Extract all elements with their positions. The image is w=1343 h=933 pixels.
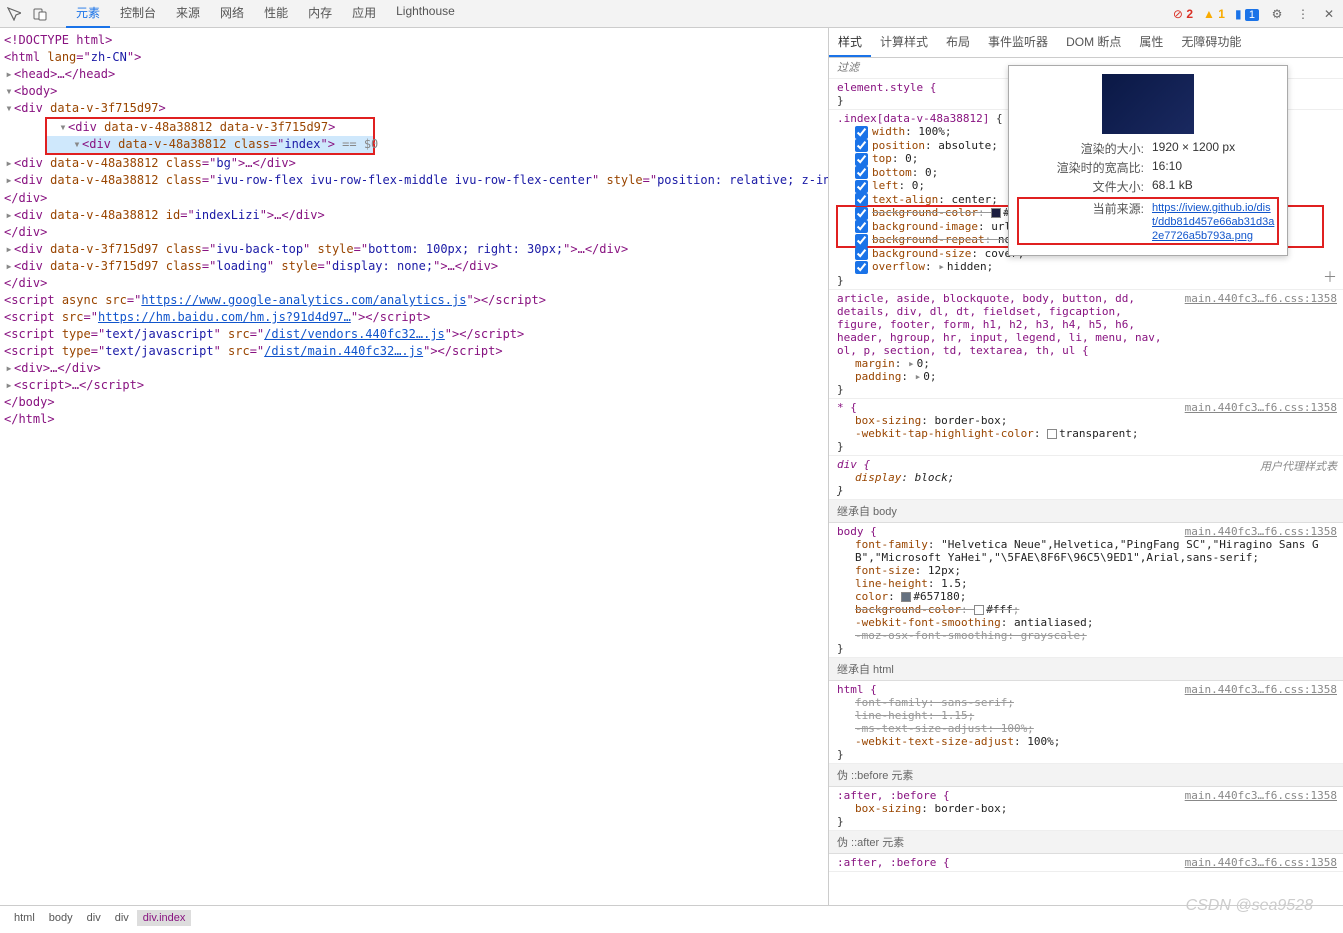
rule-div-ua[interactable]: 用户代理样式表 div { display: block; } [829,456,1343,500]
image-preview-tooltip: 渲染的大小:1920 × 1200 px 渲染时的宽高比:16:10 文件大小:… [1008,65,1288,256]
tab-dom-breakpoints[interactable]: DOM 断点 [1057,28,1130,57]
cb-bgsize[interactable] [855,247,868,260]
tab-styles[interactable]: 样式 [829,28,871,57]
tab-lighthouse[interactable]: Lighthouse [386,0,465,28]
inspect-icon[interactable] [6,6,22,22]
tab-application[interactable]: 应用 [342,0,386,28]
settings-icon[interactable]: ⚙ [1269,6,1285,22]
cb-bgimage[interactable] [855,220,868,233]
tab-elements[interactable]: 元素 [66,0,110,28]
rule-star[interactable]: main.440fc3…f6.css:1358 * { box-sizing: … [829,399,1343,456]
tab-sources[interactable]: 来源 [166,0,210,28]
pseudo-before-header: 伪 ::before 元素 [829,764,1343,787]
dom-body-close[interactable]: </body> [0,394,828,411]
rule-html[interactable]: main.440fc3…f6.css:1358 html { font-fami… [829,681,1343,764]
dom-script-inline[interactable]: ▸<script>…</script> [0,377,828,394]
tab-computed[interactable]: 计算样式 [871,28,937,57]
source-link[interactable]: main.440fc3…f6.css:1358 [1185,525,1337,538]
dom-div-close2[interactable]: </div> [0,224,828,241]
source-link[interactable]: main.440fc3…f6.css:1358 [1185,856,1337,869]
dom-doctype[interactable]: <!DOCTYPE html> [0,32,828,49]
tab-a11y[interactable]: 无障碍功能 [1172,28,1250,57]
bc-div1[interactable]: div [81,910,107,926]
highlight-box-1: ▾<div data-v-48a38812 data-v-3f715d97> ▾… [45,117,375,155]
bc-div2[interactable]: div [109,910,135,926]
source-link[interactable]: main.440fc3…f6.css:1358 [1185,789,1337,802]
cb-overflow[interactable] [855,261,868,274]
cb-top[interactable] [855,153,868,166]
rule-reset[interactable]: main.440fc3…f6.css:1358 article, aside, … [829,290,1343,399]
dom-div-outer[interactable]: ▾<div data-v-48a38812 data-v-3f715d97> [47,119,373,136]
inherit-body-header: 继承自 body [829,500,1343,523]
tab-listeners[interactable]: 事件监听器 [979,28,1057,57]
inherit-html-header: 继承自 html [829,658,1343,681]
rule-body[interactable]: main.440fc3…f6.css:1358 body { font-fami… [829,523,1343,658]
cb-width[interactable] [855,126,868,139]
dom-script-vendors[interactable]: <script type="text/javascript" src="/dis… [0,326,828,343]
dom-html-close[interactable]: </html> [0,411,828,428]
source-link[interactable]: main.440fc3…f6.css:1358 [1185,683,1337,696]
dom-div-index-selected[interactable]: ▾<div data-v-48a38812 class="index"> == … [47,136,373,153]
rule-before[interactable]: main.440fc3…f6.css:1358 :after, :before … [829,787,1343,831]
dom-div-lizi[interactable]: ▸<div data-v-48a38812 id="indexLizi">…</… [0,207,828,224]
pseudo-after-header: 伪 ::after 元素 [829,831,1343,854]
highlight-box-3: 当前来源:https://iview.github.io/dist/ddb81d… [1017,197,1279,245]
cb-position[interactable] [855,139,868,152]
cb-bgcolor[interactable] [855,207,868,220]
rule-after[interactable]: main.440fc3…f6.css:1358 :after, :before … [829,854,1343,872]
dom-div-bg[interactable]: ▸<div data-v-48a38812 class="bg">…</div> [0,155,828,172]
cb-left[interactable] [855,180,868,193]
more-icon[interactable]: ⋮ [1295,6,1311,22]
source-url-link[interactable]: https://iview.github.io/dist/ddb81d457e6… [1152,202,1274,242]
dom-script-baidu[interactable]: <script src="https://hm.baidu.com/hm.js?… [0,309,828,326]
preview-thumbnail [1102,74,1194,134]
panel-tabs: 元素 控制台 来源 网络 性能 内存 应用 Lighthouse [66,0,465,28]
warning-count[interactable]: ▲ 1 [1203,7,1225,21]
bc-div-index[interactable]: div.index [137,910,192,926]
dom-head[interactable]: ▸<head>…</head> [0,66,828,83]
dom-div-loading[interactable]: ▸<div data-v-3f715d97 class="loading" st… [0,258,828,275]
message-count[interactable]: ▮ 1 [1235,7,1259,21]
tab-properties[interactable]: 属性 [1130,28,1172,57]
error-count[interactable]: ⊘ 2 [1173,7,1193,21]
breadcrumb: html body div div div.index [0,905,1343,929]
tab-performance[interactable]: 性能 [254,0,298,28]
tab-layout[interactable]: 布局 [937,28,979,57]
bc-html[interactable]: html [8,910,41,926]
add-rule-icon[interactable]: ＋ [1323,267,1337,287]
dom-script-main[interactable]: <script type="text/javascript" src="/dis… [0,343,828,360]
cb-bottom[interactable] [855,166,868,179]
dom-div-close3[interactable]: </div> [0,275,828,292]
device-toggle-icon[interactable] [32,6,48,22]
cb-textalign[interactable] [855,193,868,206]
dom-div-backtop[interactable]: ▸<div data-v-3f715d97 class="ivu-back-to… [0,241,828,258]
dom-div-app[interactable]: ▾<div data-v-3f715d97> [0,100,828,117]
close-icon[interactable]: ✕ [1321,6,1337,22]
bc-body[interactable]: body [43,910,79,926]
dom-html-open[interactable]: <html lang="zh-CN"> [0,49,828,66]
tab-memory[interactable]: 内存 [298,0,342,28]
tab-console[interactable]: 控制台 [110,0,166,28]
source-link[interactable]: main.440fc3…f6.css:1358 [1185,292,1337,305]
dom-div-empty[interactable]: ▸<div>…</div> [0,360,828,377]
dom-div-close1[interactable]: </div> [0,190,828,207]
styles-tabs: 样式 计算样式 布局 事件监听器 DOM 断点 属性 无障碍功能 [829,28,1343,58]
devtools-toolbar: 元素 控制台 来源 网络 性能 内存 应用 Lighthouse ⊘ 2 ▲ 1… [0,0,1343,28]
dom-tree[interactable]: <!DOCTYPE html> <html lang="zh-CN"> ▸<he… [0,28,828,905]
source-link[interactable]: main.440fc3…f6.css:1358 [1185,401,1337,414]
cb-bgrepeat[interactable] [855,234,868,247]
dom-script-ga[interactable]: <script async src="https://www.google-an… [0,292,828,309]
tab-network[interactable]: 网络 [210,0,254,28]
dom-body-open[interactable]: ▾<body> [0,83,828,100]
dom-div-row[interactable]: ▸<div data-v-48a38812 class="ivu-row-fle… [0,172,828,190]
